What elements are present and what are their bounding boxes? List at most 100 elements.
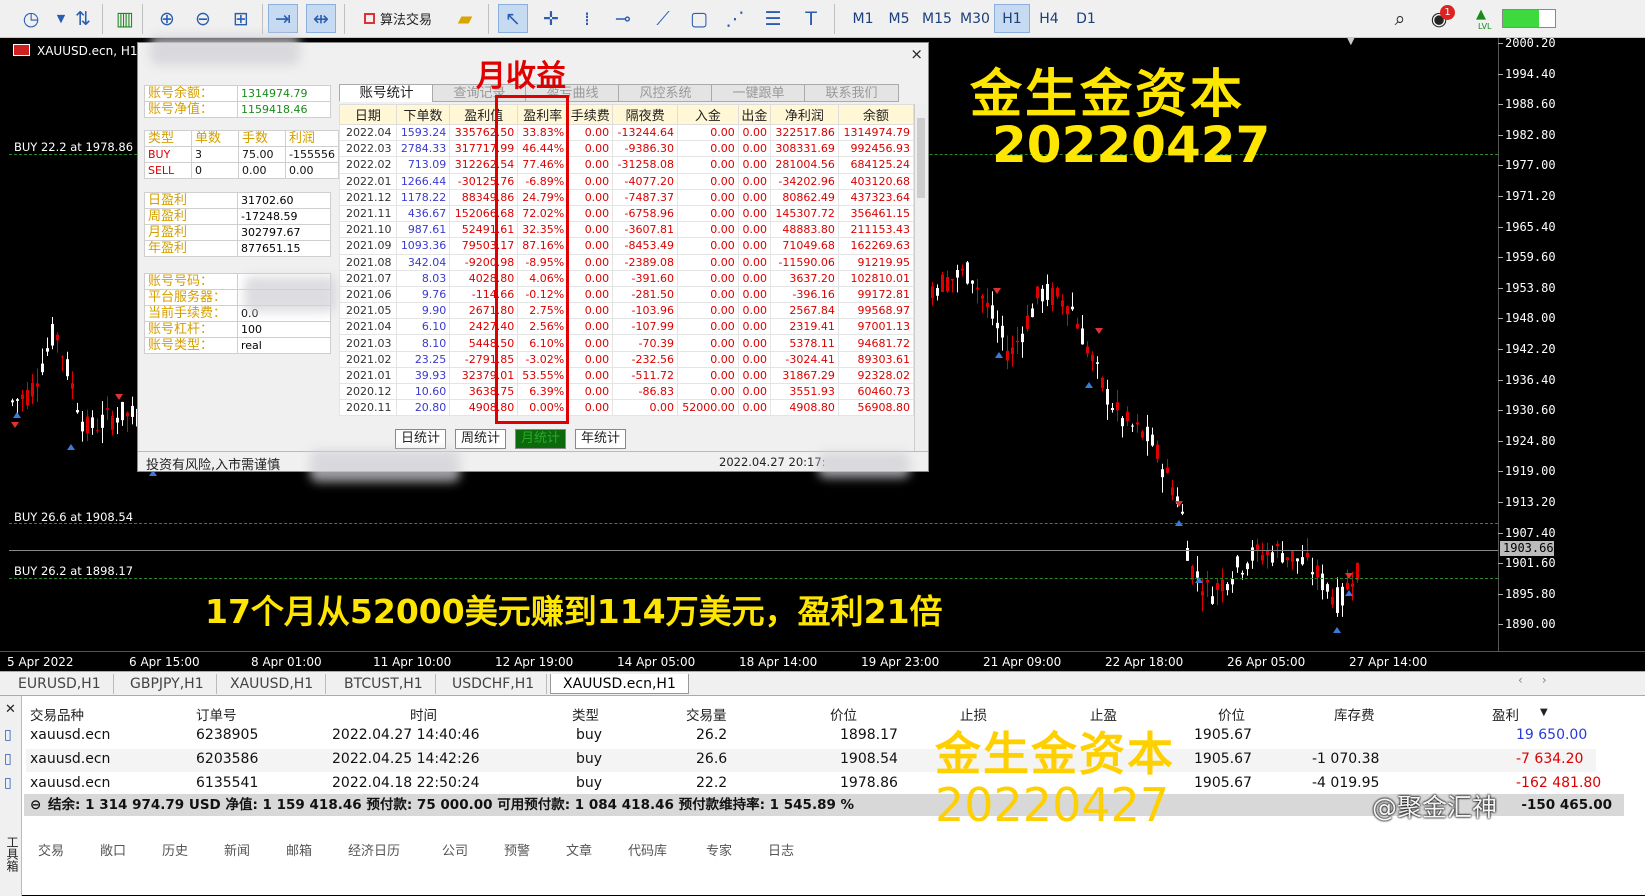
terminal-header-cell[interactable]: 时间 xyxy=(410,704,437,724)
time-axis[interactable]: 5 Apr 2022 6 Apr 15:00 8 Apr 01:00 11 Apr 1… xyxy=(0,651,1645,671)
candle-body xyxy=(966,262,969,284)
table-cell: 2319.41 xyxy=(769,318,839,336)
close-terminal-icon[interactable]: ✕ xyxy=(5,702,16,717)
symbol-tab[interactable]: XAUUSD.ecn,H1 xyxy=(550,674,689,694)
symbol-tab[interactable]: XAUUSD,H1 xyxy=(218,674,327,694)
fibonacci-icon[interactable]: ⋰ xyxy=(720,4,750,33)
price-axis-label: 1959.60 xyxy=(1498,250,1556,265)
clock-icon[interactable]: ◷ xyxy=(16,4,46,33)
terminal-tab[interactable]: 公司 xyxy=(442,840,468,859)
terminal-header-cell[interactable]: 类型 xyxy=(572,704,599,724)
timeframe-h4[interactable]: H4 xyxy=(1031,4,1067,33)
table-cell: 2021.03 xyxy=(339,334,397,352)
stat-period-button[interactable]: 年统计 xyxy=(575,429,627,449)
summary-collapse-icon[interactable]: ⊖ xyxy=(30,794,41,816)
terminal-tab[interactable]: 文章 xyxy=(566,840,592,859)
terminal-row[interactable]: ▯ xauusd.ecn 6238905 2022.04.27 14:40:46 buy… xyxy=(4,725,1596,748)
terminal-tab[interactable]: 代码库 xyxy=(628,840,667,859)
positions-cell: 0.00 xyxy=(285,162,339,179)
trendline-icon[interactable]: ⟋ xyxy=(648,4,678,33)
candle-body xyxy=(56,334,59,341)
terminal-header-cell[interactable]: 盈利 xyxy=(1492,704,1519,724)
algo-trading-button[interactable]: 算法交易 xyxy=(354,4,442,33)
crosshair-icon[interactable]: ✛ xyxy=(536,4,566,33)
stat-period-button[interactable]: 周统计 xyxy=(455,429,507,449)
panel-tab[interactable]: 联系我们 xyxy=(804,84,899,102)
stat-period-button[interactable]: 月统计 xyxy=(515,429,567,449)
time-axis-label: 26 Apr 05:00 xyxy=(1227,655,1306,669)
bar-chart-icon[interactable]: ▥ xyxy=(110,4,140,33)
terminal-tab[interactable]: 新闻 xyxy=(224,840,250,859)
cursor-icon[interactable]: ↖ xyxy=(498,4,528,33)
timeframe-d1[interactable]: D1 xyxy=(1068,4,1104,33)
account-info-value: real xyxy=(237,337,331,354)
timeframe-h1[interactable]: H1 xyxy=(994,4,1030,33)
search-icon[interactable]: ⌕ xyxy=(1385,4,1415,33)
table-cell: 0.00 xyxy=(677,172,739,190)
terminal-tab[interactable]: 邮箱 xyxy=(286,840,312,859)
connection-indicator[interactable] xyxy=(1502,9,1556,28)
close-icon[interactable]: × xyxy=(910,45,923,63)
stat-period-button[interactable]: 日统计 xyxy=(395,429,447,449)
table-header-cell: 净利润 xyxy=(769,104,839,125)
timeframe-m30[interactable]: M30 xyxy=(957,4,993,33)
terminal-tab[interactable]: 专家 xyxy=(706,840,732,859)
table-cell: 2022.04 xyxy=(339,123,397,142)
symbol-tab[interactable]: GBPJPY,H1 xyxy=(118,674,217,694)
symbol-tab[interactable]: BTCUST,H1 xyxy=(332,674,436,694)
trade-arrow-marker xyxy=(1333,627,1341,633)
candle-body xyxy=(1146,426,1149,442)
redacted-area xyxy=(310,450,460,482)
terminal-tab[interactable]: 经济日历 xyxy=(348,840,400,859)
table-cell: 0.00 xyxy=(737,334,771,352)
account-info-label: 账号类型： xyxy=(144,337,238,354)
vertical-line-icon[interactable]: ⁞ xyxy=(572,4,602,33)
buy-line-3[interactable] xyxy=(9,578,1498,579)
table-cell: -396.16 xyxy=(769,285,839,304)
tab-scroll-arrows[interactable]: ‹ › xyxy=(1518,673,1547,687)
symbol-tab[interactable]: EURUSD,H1 xyxy=(6,674,114,694)
terminal-header-cell[interactable]: 交易品种 xyxy=(30,704,84,724)
zoom-in-icon[interactable]: ⊕ xyxy=(152,4,182,33)
terminal-tab[interactable]: 历史 xyxy=(162,840,188,859)
scrollbar-thumb[interactable] xyxy=(917,118,925,198)
sort-icon[interactable]: ▼ xyxy=(1540,707,1548,718)
timeframe-m5[interactable]: M5 xyxy=(881,4,917,33)
folder-icon[interactable]: ▰ xyxy=(450,4,480,33)
terminal-row[interactable]: ▯ xauusd.ecn 6135541 2022.04.18 22:50:24 buy… xyxy=(4,773,1601,796)
terminal-header-cell[interactable]: 交易量 xyxy=(686,704,727,724)
candle-body xyxy=(1181,511,1184,514)
terminal-tab[interactable]: 预警 xyxy=(504,840,530,859)
terminal-header-cell[interactable]: 订单号 xyxy=(196,704,237,724)
text-tool-icon[interactable]: T xyxy=(796,4,826,33)
timeframe-m1[interactable]: M1 xyxy=(845,4,881,33)
panel-tab[interactable]: 账号统计 xyxy=(339,84,434,102)
horizontal-line-icon[interactable]: ⊸ xyxy=(608,4,638,33)
candle-body xyxy=(1011,347,1014,355)
price-axis[interactable]: 2000.20 1994.40 1988.60 1982.80 1977.00 1971.… xyxy=(1498,36,1645,651)
zoom-out-icon[interactable]: ⊖ xyxy=(188,4,218,33)
buy-line-2[interactable] xyxy=(9,523,1498,524)
terminal-row[interactable]: ▯ xauusd.ecn 6203586 2022.04.25 14:42:26 buy… xyxy=(4,749,1596,772)
terminal-header-cell[interactable]: 库存费 xyxy=(1334,704,1375,724)
timeframe-m15[interactable]: M15 xyxy=(919,4,955,33)
panel-tab[interactable]: 一键跟单 xyxy=(711,84,806,102)
terminal-header-cell[interactable]: 价位 xyxy=(830,704,857,724)
symbol-tab[interactable]: USDCHF,H1 xyxy=(440,674,548,694)
rectangle-icon[interactable]: ▢ xyxy=(684,4,714,33)
channel-icon[interactable]: ☰ xyxy=(758,4,788,33)
account-info-value: 100 xyxy=(237,321,331,338)
terminal-tab[interactable]: 交易 xyxy=(38,840,64,859)
grid-icon[interactable]: ⊞ xyxy=(226,4,256,33)
terminal-tab[interactable]: 日志 xyxy=(768,840,794,859)
panel-tab[interactable]: 风控系统 xyxy=(618,84,713,102)
period-profit-grid: 日盈利 31702.60 周盈利 -17248.59 月盈利 302797.67 年盈利 87… xyxy=(144,192,331,257)
table-scrollbar[interactable] xyxy=(914,104,927,459)
trade-arrows-icon[interactable]: ⇅ xyxy=(68,4,98,33)
table-cell: 8.03 xyxy=(395,269,451,287)
terminal-tab[interactable]: 敞口 xyxy=(100,840,126,859)
terminal-header-cell[interactable]: 价位 xyxy=(1218,704,1245,724)
auto-scroll-icon[interactable]: ⇥ xyxy=(268,4,298,33)
terminal-cell: 6238905 xyxy=(196,727,259,743)
chart-shift-icon[interactable]: ⇹ xyxy=(306,4,336,33)
